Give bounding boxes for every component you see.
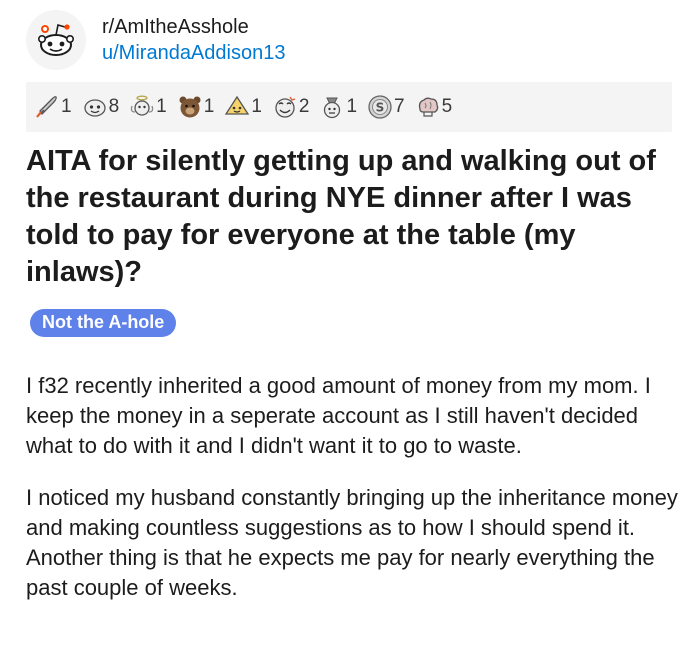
post-header: r/AmItheAsshole u/MirandaAddison13 bbox=[26, 10, 285, 70]
award-item[interactable]: 1 bbox=[319, 94, 357, 120]
award-item[interactable]: 1 bbox=[129, 94, 167, 120]
awards-bar[interactable]: 1 8 1 1 1 2 1 S 7 5 bbox=[26, 82, 672, 132]
award-count: 8 bbox=[108, 96, 120, 117]
post-body: I f32 recently inherited a good amount o… bbox=[26, 371, 678, 625]
award-count: 5 bbox=[441, 96, 453, 117]
svg-text:S: S bbox=[376, 101, 385, 115]
award-count: 7 bbox=[394, 96, 405, 117]
rocket-award-icon bbox=[36, 96, 57, 118]
award-item[interactable]: 5 bbox=[415, 94, 453, 120]
wholesome-award-icon bbox=[275, 96, 296, 118]
award-item[interactable]: 8 bbox=[82, 94, 120, 120]
award-item[interactable]: 1 bbox=[34, 94, 72, 120]
reddit-snoo-icon bbox=[38, 23, 74, 56]
bear-award-icon bbox=[179, 96, 201, 118]
award-count: 1 bbox=[61, 96, 72, 117]
subreddit-avatar[interactable] bbox=[26, 10, 86, 70]
body-paragraph: I f32 recently inherited a good amount o… bbox=[26, 373, 651, 458]
award-count: 2 bbox=[298, 96, 310, 117]
award-item[interactable]: S 7 bbox=[367, 94, 405, 120]
body-paragraph: I noticed my husband constantly bringing… bbox=[26, 485, 678, 600]
award-item[interactable]: 2 bbox=[272, 94, 310, 120]
award-count: 1 bbox=[346, 96, 358, 117]
face-award-icon bbox=[83, 99, 106, 117]
award-item[interactable]: 1 bbox=[224, 94, 262, 120]
award-count: 1 bbox=[156, 96, 167, 117]
party-award-icon bbox=[324, 97, 341, 119]
silver-award-icon: S bbox=[368, 95, 392, 119]
post-flair[interactable]: Not the A-hole bbox=[30, 309, 177, 337]
award-count: 1 bbox=[203, 96, 215, 117]
subreddit-name[interactable]: r/AmItheAsshole bbox=[102, 14, 285, 40]
helpful-award-icon bbox=[225, 95, 250, 115]
brain-award-icon bbox=[418, 97, 438, 117]
award-item[interactable]: 1 bbox=[177, 94, 215, 120]
post-title[interactable]: AITA for silently getting up and walking… bbox=[26, 143, 676, 291]
angel-award-icon bbox=[130, 95, 154, 116]
award-count: 1 bbox=[251, 96, 262, 117]
author-username[interactable]: u/MirandaAddison13 bbox=[102, 40, 285, 66]
